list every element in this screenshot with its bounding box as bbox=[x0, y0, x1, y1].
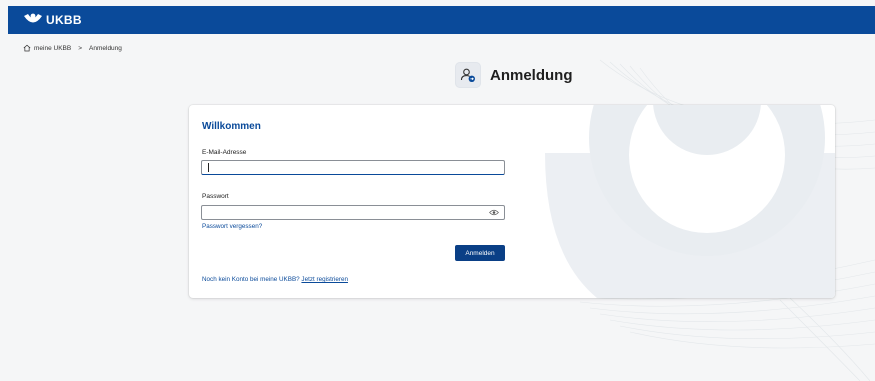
brand-logo[interactable]: UKBB bbox=[23, 13, 82, 27]
card-decoration bbox=[545, 105, 835, 298]
login-card: Willkommen E-Mail-Adresse Passwort Passw… bbox=[189, 105, 835, 298]
breadcrumb-separator: > bbox=[78, 44, 83, 52]
register-prompt-text: Noch kein Konto bei meine UKBB? bbox=[202, 276, 300, 283]
welcome-heading: Willkommen bbox=[202, 121, 261, 132]
email-input[interactable] bbox=[201, 160, 505, 175]
ukbb-logo-icon bbox=[24, 13, 42, 23]
login-button[interactable]: Anmelden bbox=[455, 245, 505, 261]
page-header: Anmeldung bbox=[455, 62, 573, 88]
password-label: Passwort bbox=[202, 193, 229, 200]
email-label: E-Mail-Adresse bbox=[202, 149, 247, 156]
text-cursor bbox=[208, 163, 209, 172]
password-input[interactable] bbox=[201, 205, 505, 220]
user-login-icon bbox=[455, 62, 481, 88]
forgot-password-link[interactable]: Passwort vergessen? bbox=[202, 223, 262, 230]
breadcrumb-current: Anmeldung bbox=[89, 44, 122, 52]
top-header-bar: UKBB bbox=[8, 6, 875, 34]
home-icon bbox=[23, 44, 31, 52]
breadcrumb: meine UKBB > Anmeldung bbox=[23, 44, 122, 52]
eye-icon bbox=[489, 209, 499, 216]
breadcrumb-home-link[interactable]: meine UKBB bbox=[34, 45, 71, 52]
brand-name: UKBB bbox=[46, 13, 82, 27]
register-link[interactable]: Jetzt registrieren bbox=[301, 276, 348, 283]
password-visibility-toggle[interactable] bbox=[488, 207, 500, 218]
page-title: Anmeldung bbox=[490, 66, 573, 84]
register-prompt: Noch kein Konto bei meine UKBB? Jetzt re… bbox=[202, 276, 348, 283]
